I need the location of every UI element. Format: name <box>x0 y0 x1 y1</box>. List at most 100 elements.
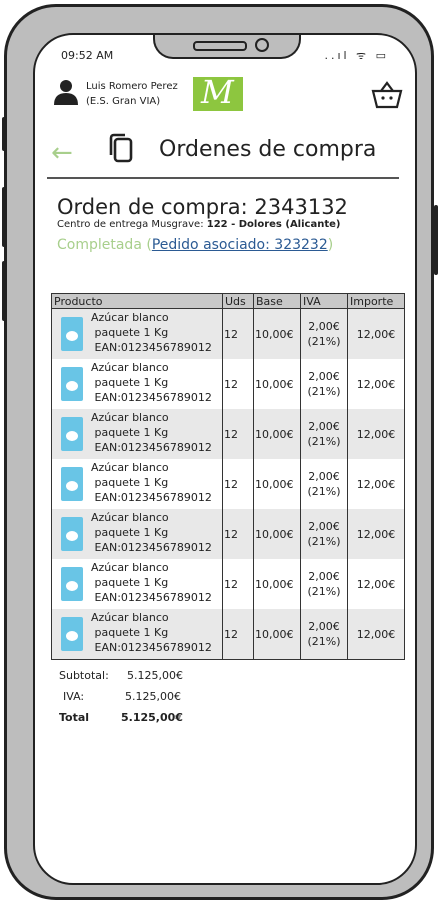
table-row[interactable]: Azúcar blanco paquete 1 Kg EAN:012345678… <box>51 459 405 509</box>
product-cell: Azúcar blanco paquete 1 Kg EAN:012345678… <box>51 509 223 559</box>
totals: Subtotal: 5.125,00€ IVA: 5.125,00€ Total… <box>59 665 183 728</box>
importe-cell: 12,00€ <box>347 409 405 459</box>
user-station: (E.S. Gran VIA) <box>86 96 161 107</box>
product-cell: Azúcar blanco paquete 1 Kg EAN:012345678… <box>51 409 223 459</box>
iva-cell: 2,00€ (21%) <box>300 559 348 609</box>
linked-order-link[interactable]: Pedido asociado: 323232 <box>152 237 328 253</box>
col-product: Producto <box>51 293 223 309</box>
cart-icon[interactable] <box>371 81 403 109</box>
phone-frame: 09:52 AM ..ıl ᯤ ▭ Luis Romero Perez (E.S… <box>2 4 438 900</box>
order-title: Orden de compra: 2343132 <box>57 195 348 219</box>
base-cell: 10,00€ <box>253 509 301 559</box>
product-description: Azúcar blanco paquete 1 Kg EAN:012345678… <box>91 461 212 504</box>
base-cell: 10,00€ <box>253 559 301 609</box>
uds-cell: 12 <box>222 459 254 509</box>
table-header-row: Producto Uds Base IVA Importe <box>51 293 405 309</box>
product-description: Azúcar blanco paquete 1 Kg EAN:012345678… <box>91 311 212 354</box>
importe-cell: 12,00€ <box>347 559 405 609</box>
product-description: Azúcar blanco paquete 1 Kg EAN:012345678… <box>91 511 212 554</box>
importe-cell: 12,00€ <box>347 308 405 359</box>
power-button <box>434 205 438 275</box>
status-time: 09:52 AM <box>61 49 114 62</box>
back-arrow-icon[interactable]: ← <box>51 140 73 166</box>
product-description: Azúcar blanco paquete 1 Kg EAN:012345678… <box>91 411 212 454</box>
total-label: Total <box>59 711 90 724</box>
product-image <box>61 617 83 651</box>
col-base: Base <box>253 293 301 309</box>
copy-icon[interactable] <box>107 133 135 163</box>
table-row[interactable]: Azúcar blanco paquete 1 Kg EAN:012345678… <box>51 559 405 609</box>
uds-cell: 12 <box>222 359 254 409</box>
importe-cell: 12,00€ <box>347 359 405 409</box>
status-icons: ..ıl ᯤ ▭ <box>324 49 389 62</box>
product-image <box>61 417 83 451</box>
iva-label: IVA: <box>63 690 85 703</box>
brand-logo: M <box>193 73 243 111</box>
iva-cell: 2,00€ (21%) <box>300 509 348 559</box>
col-uds: Uds <box>222 293 254 309</box>
product-cell: Azúcar blanco paquete 1 Kg EAN:012345678… <box>51 559 223 609</box>
iva-cell: 2,00€ (21%) <box>300 308 348 359</box>
delivery-center: Centro de entrega Musgrave: 122 - Dolore… <box>57 219 340 230</box>
base-cell: 10,00€ <box>253 308 301 359</box>
subtotal-value: 5.125,00€ <box>127 669 183 682</box>
base-cell: 10,00€ <box>253 609 301 660</box>
uds-cell: 12 <box>222 509 254 559</box>
product-cell: Azúcar blanco paquete 1 Kg EAN:012345678… <box>51 359 223 409</box>
product-image <box>61 567 83 601</box>
base-cell: 10,00€ <box>253 409 301 459</box>
iva-value: 5.125,00€ <box>125 690 181 703</box>
product-description: Azúcar blanco paquete 1 Kg EAN:012345678… <box>91 561 212 604</box>
subtotal-label: Subtotal: <box>59 669 109 682</box>
table-row[interactable]: Azúcar blanco paquete 1 Kg EAN:012345678… <box>51 409 405 459</box>
importe-cell: 12,00€ <box>347 509 405 559</box>
user-name: Luis Romero Perez <box>86 81 178 92</box>
status-text: Completada <box>57 237 142 253</box>
user-icon <box>54 80 78 105</box>
user-header: Luis Romero Perez (E.S. Gran VIA) M <box>53 73 403 117</box>
uds-cell: 12 <box>222 308 254 359</box>
iva-cell: 2,00€ (21%) <box>300 359 348 409</box>
order-lines-table: Producto Uds Base IVA Importe Azúcar bla… <box>51 293 405 660</box>
product-cell: Azúcar blanco paquete 1 Kg EAN:012345678… <box>51 308 223 359</box>
table-row[interactable]: Azúcar blanco paquete 1 Kg EAN:012345678… <box>51 509 405 559</box>
page-header: ← Ordenes de compra <box>51 133 401 173</box>
subtotal-row: Subtotal: 5.125,00€ <box>59 665 183 686</box>
product-image <box>61 467 83 501</box>
order-status: Completada (Pedido asociado: 323232) <box>57 237 333 253</box>
product-description: Azúcar blanco paquete 1 Kg EAN:012345678… <box>91 361 212 404</box>
iva-cell: 2,00€ (21%) <box>300 459 348 509</box>
iva-row: IVA: 5.125,00€ <box>59 686 181 707</box>
base-cell: 10,00€ <box>253 359 301 409</box>
volume-down-button <box>2 261 6 321</box>
center-value: 122 - Dolores (Alicante) <box>206 219 341 230</box>
total-value: 5.125,00€ <box>121 711 183 724</box>
col-iva: IVA <box>300 293 348 309</box>
uds-cell: 12 <box>222 559 254 609</box>
page-title: Ordenes de compra <box>159 137 377 162</box>
user-info: Luis Romero Perez (E.S. Gran VIA) <box>86 79 178 109</box>
product-description: Azúcar blanco paquete 1 Kg EAN:012345678… <box>91 611 212 654</box>
uds-cell: 12 <box>222 609 254 660</box>
product-image <box>61 367 83 401</box>
screen: 09:52 AM ..ıl ᯤ ▭ Luis Romero Perez (E.S… <box>33 33 417 885</box>
product-image <box>61 317 83 351</box>
table-row[interactable]: Azúcar blanco paquete 1 Kg EAN:012345678… <box>51 308 405 359</box>
importe-cell: 12,00€ <box>347 609 405 660</box>
volume-up-button <box>2 187 6 247</box>
product-image <box>61 517 83 551</box>
center-label: Centro de entrega Musgrave: <box>57 219 204 230</box>
product-cell: Azúcar blanco paquete 1 Kg EAN:012345678… <box>51 459 223 509</box>
uds-cell: 12 <box>222 409 254 459</box>
paren-close: ) <box>327 237 334 253</box>
base-cell: 10,00€ <box>253 459 301 509</box>
table-row[interactable]: Azúcar blanco paquete 1 Kg EAN:012345678… <box>51 359 405 409</box>
side-button <box>2 117 6 151</box>
iva-cell: 2,00€ (21%) <box>300 609 348 660</box>
status-bar: 09:52 AM ..ıl ᯤ ▭ <box>35 47 415 65</box>
table-row[interactable]: Azúcar blanco paquete 1 Kg EAN:012345678… <box>51 609 405 660</box>
importe-cell: 12,00€ <box>347 459 405 509</box>
col-importe: Importe <box>347 293 405 309</box>
iva-cell: 2,00€ (21%) <box>300 409 348 459</box>
divider <box>47 177 399 179</box>
